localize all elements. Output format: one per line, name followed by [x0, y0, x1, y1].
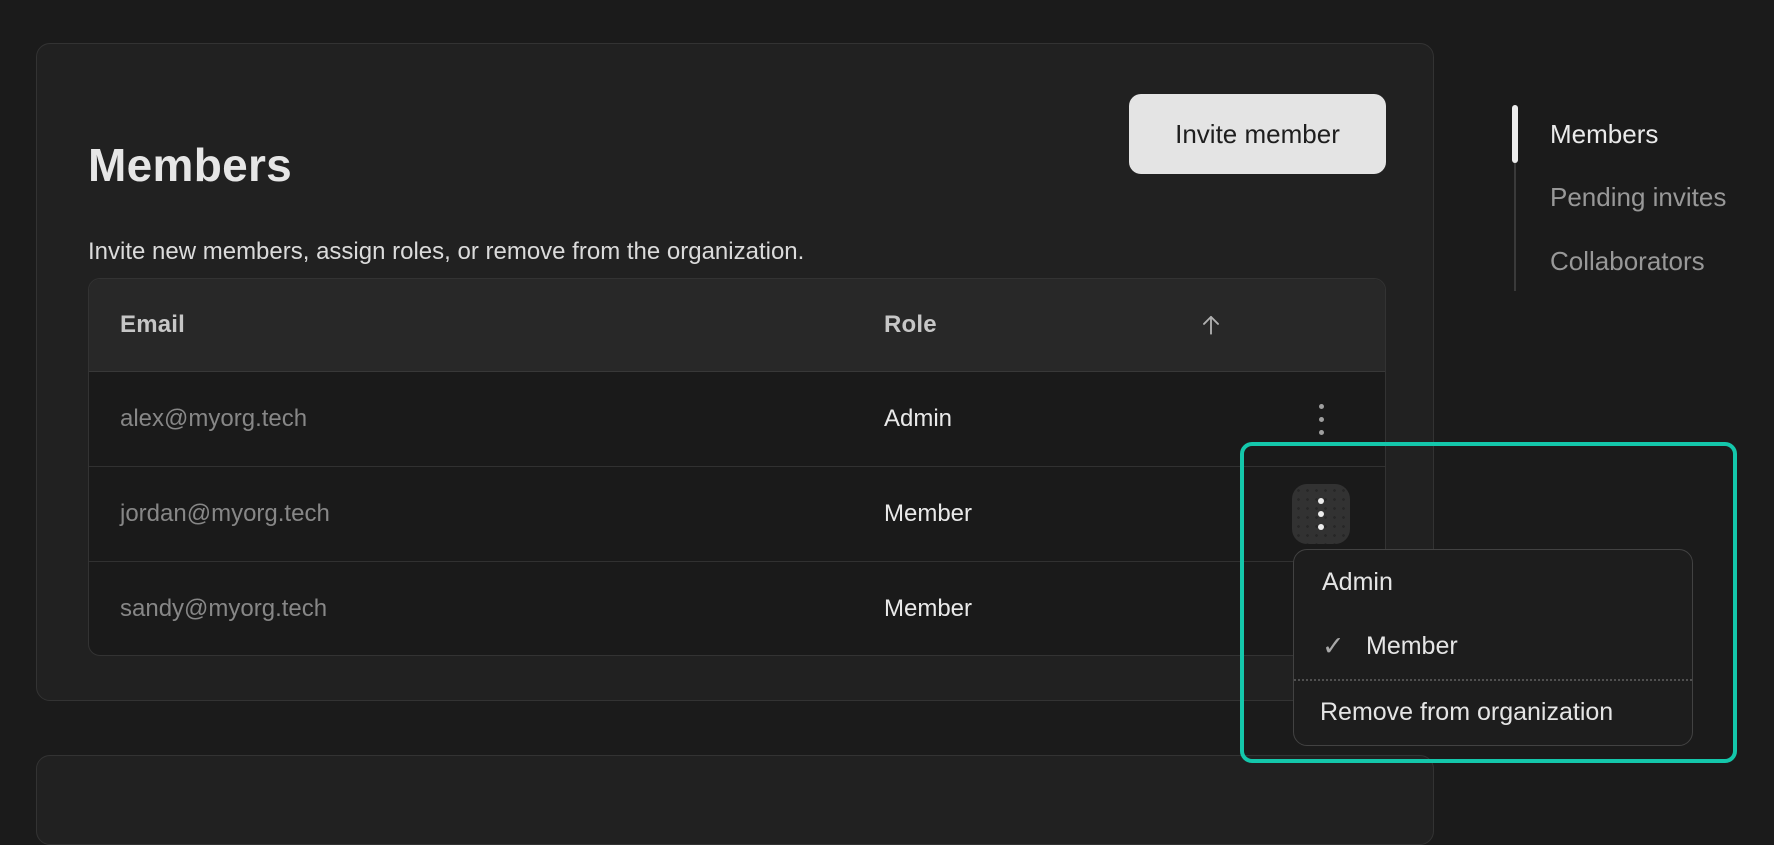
page-description: Invite new members, assign roles, or rem…: [88, 236, 804, 268]
table-row: alex@myorg.tech Admin: [89, 372, 1385, 467]
table-row: sandy@myorg.tech Member: [89, 562, 1385, 656]
menu-item-label: Member: [1366, 632, 1458, 661]
row-menu-kebab-icon[interactable]: [1311, 396, 1332, 443]
next-settings-card: [36, 755, 1434, 845]
role-dropdown-menu: Admin ✓ Member Remove from organization: [1293, 549, 1693, 746]
sidebar-item-members[interactable]: Members: [1550, 119, 1658, 150]
column-header-role-label: Role: [884, 311, 937, 339]
invite-member-button[interactable]: Invite member: [1129, 94, 1386, 174]
members-card: Members Invite new members, assign roles…: [36, 43, 1434, 701]
menu-item-remove-from-organization[interactable]: Remove from organization: [1294, 681, 1692, 745]
sort-ascending-icon[interactable]: [1198, 312, 1224, 338]
menu-item-label: Admin: [1322, 568, 1393, 597]
column-header-email[interactable]: Email: [89, 311, 884, 339]
menu-item-member[interactable]: ✓ Member: [1294, 614, 1692, 678]
page-title: Members: [88, 137, 292, 193]
table-header-row: Email Role: [89, 279, 1385, 372]
row-menu-kebab-icon-active[interactable]: [1292, 484, 1350, 544]
column-header-role[interactable]: Role: [884, 311, 1257, 339]
member-role: Admin: [884, 405, 1257, 433]
sidebar-item-pending-invites[interactable]: Pending invites: [1550, 182, 1726, 213]
member-email: sandy@myorg.tech: [89, 595, 884, 623]
menu-item-admin[interactable]: Admin: [1294, 550, 1692, 614]
check-icon: ✓: [1322, 633, 1348, 660]
table-row: jordan@myorg.tech Member: [89, 467, 1385, 562]
section-nav-active-indicator: [1512, 105, 1518, 163]
menu-item-label: Remove from organization: [1320, 698, 1613, 727]
sidebar-item-collaborators[interactable]: Collaborators: [1550, 246, 1705, 277]
members-table: Email Role alex@myorg.tech Admin jo: [88, 278, 1386, 656]
member-role: Member: [884, 500, 1257, 528]
member-role: Member: [884, 595, 1257, 623]
member-email: alex@myorg.tech: [89, 405, 884, 433]
member-email: jordan@myorg.tech: [89, 500, 884, 528]
